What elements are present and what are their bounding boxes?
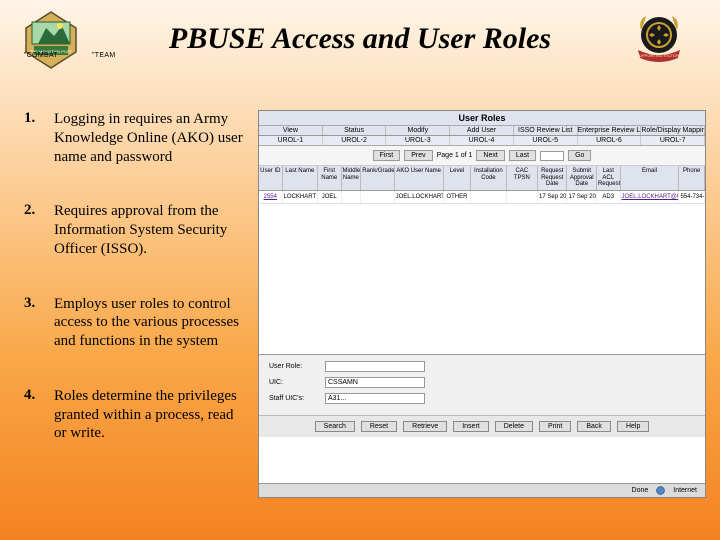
help-button[interactable]: Help [617, 421, 649, 432]
detail-panel: User Role: UIC: CSSAMN Staff UIC's: A31.… [259, 354, 705, 415]
subtab-urol6[interactable]: UROL-6 [578, 136, 642, 145]
go-input[interactable] [540, 151, 564, 161]
back-button[interactable]: Back [577, 421, 611, 432]
table-row[interactable]: 2554 LOCKHART JOEL JOEL.LOCKHART OTHER 1… [259, 191, 705, 205]
prev-button[interactable]: Prev [404, 150, 432, 161]
uic-field[interactable]: CSSAMN [325, 377, 425, 388]
subtab-urol3[interactable]: UROL-3 [386, 136, 450, 145]
list-item: 4. Roles determine the privileges grante… [24, 387, 258, 443]
list-item: 3. Employs user roles to control access … [24, 295, 258, 351]
supporting-victory-crest: SUPPORTING VICTORY [628, 8, 690, 70]
last-button[interactable]: Last [509, 150, 536, 161]
fort-carson-logo: THE MOUNTAIN POST [20, 8, 82, 70]
list-item: 1. Logging in requires an Army Knowledge… [24, 110, 258, 166]
status-done: Done [632, 487, 649, 494]
tab-status[interactable]: Status [323, 126, 387, 135]
subtab-urol1[interactable]: UROL-1 [259, 136, 323, 145]
tab-modify[interactable]: Modify [386, 126, 450, 135]
page-indicator: Page 1 of 1 [437, 152, 473, 159]
subtab-urol5[interactable]: UROL-5 [514, 136, 578, 145]
list-item: 2. Requires approval from the Informatio… [24, 202, 258, 258]
tab-add-user[interactable]: Add User [450, 126, 514, 135]
staff-uic-label: Staff UIC's: [269, 395, 319, 402]
globe-icon [656, 486, 665, 495]
svg-text:SUPPORTING VICTORY: SUPPORTING VICTORY [636, 53, 681, 58]
tab-isso-review[interactable]: ISSO Review List [514, 126, 578, 135]
combat-label: "COMBAT [24, 52, 58, 59]
subtab-urol4[interactable]: UROL-4 [450, 136, 514, 145]
tab-view[interactable]: View [259, 126, 323, 135]
delete-button[interactable]: Delete [495, 421, 533, 432]
table-header: User ID Last Name First Name Middle Name… [259, 166, 705, 191]
team-label: "TEAM [92, 52, 115, 59]
tab-role-mapping[interactable]: Role/Display Mapping [641, 126, 705, 135]
pbuse-app-window: User Roles View Status Modify Add User I… [258, 110, 706, 498]
subtab-urol7[interactable]: UROL-7 [641, 136, 705, 145]
subtab-urol2[interactable]: UROL-2 [323, 136, 387, 145]
print-button[interactable]: Print [539, 421, 571, 432]
uic-label: UIC: [269, 379, 319, 386]
page-title: PBUSE Access and User Roles [102, 22, 618, 56]
retrieve-button[interactable]: Retrieve [403, 421, 447, 432]
search-button[interactable]: Search [315, 421, 355, 432]
app-title: User Roles [259, 111, 705, 126]
first-button[interactable]: First [373, 150, 401, 161]
next-button[interactable]: Next [476, 150, 504, 161]
tab-enterprise-review[interactable]: Enterprise Review List [578, 126, 642, 135]
insert-button[interactable]: Insert [453, 421, 489, 432]
user-role-label: User Role: [269, 363, 319, 370]
user-role-field[interactable] [325, 361, 425, 372]
reset-button[interactable]: Reset [361, 421, 397, 432]
go-button[interactable]: Go [568, 150, 591, 161]
status-bar: Done Internet [259, 483, 705, 497]
staff-uic-field[interactable]: A31... [325, 393, 425, 404]
bullet-list: 1. Logging in requires an Army Knowledge… [24, 110, 258, 498]
status-internet: Internet [673, 487, 697, 494]
